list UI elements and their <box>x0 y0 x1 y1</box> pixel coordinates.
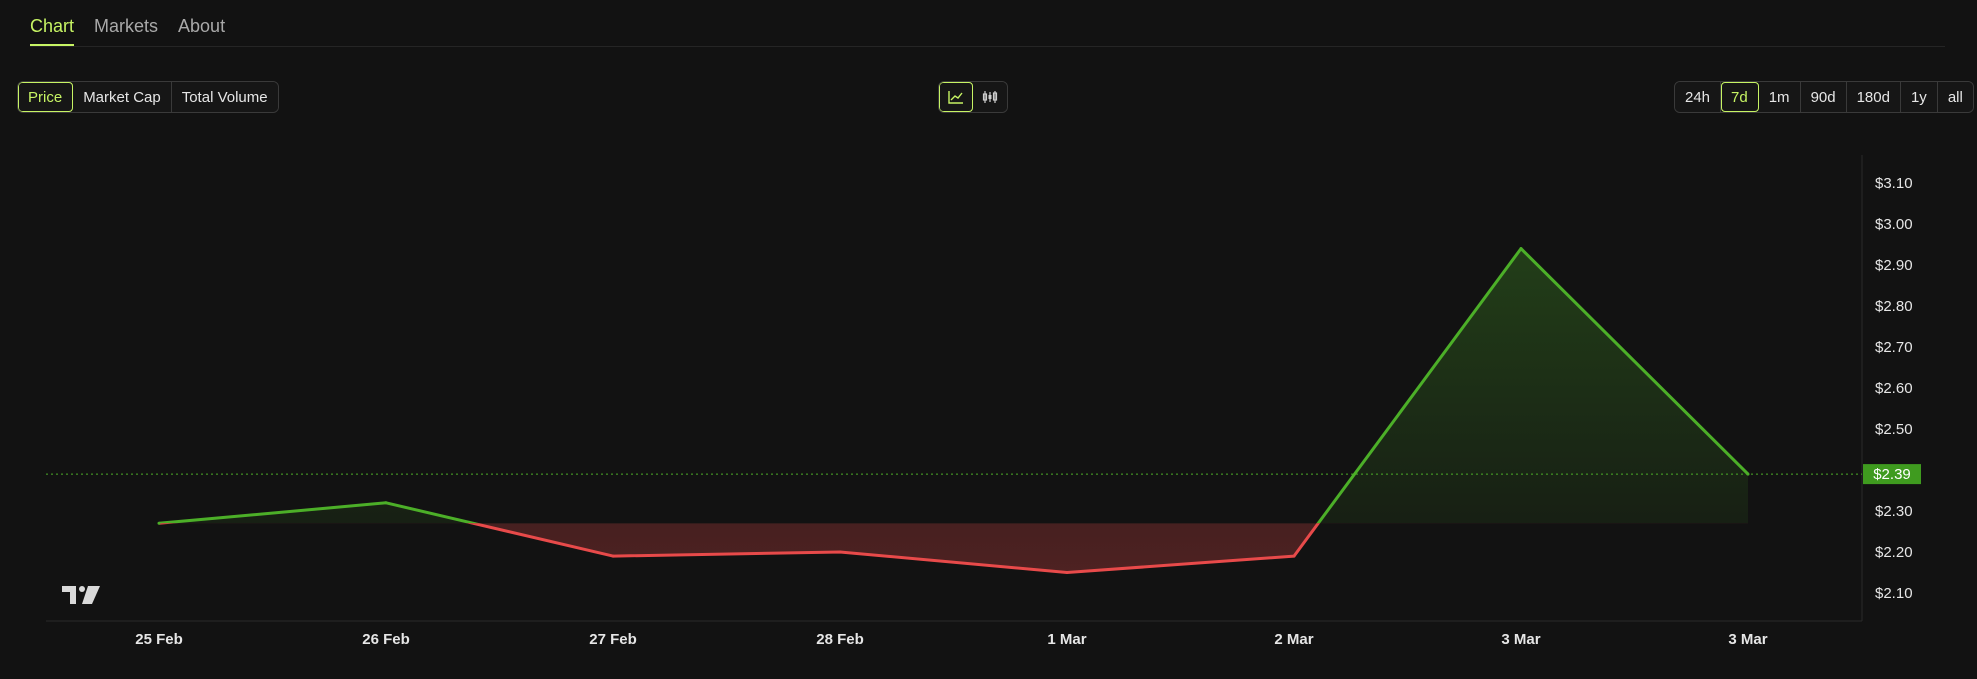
y-tick-label: $2.30 <box>1875 503 1913 520</box>
price-point <box>1519 247 1523 251</box>
x-tick-label: 28 Feb <box>816 631 864 648</box>
x-tick-label: 3 Mar <box>1501 631 1540 648</box>
price-point <box>838 550 842 554</box>
price-point <box>1065 571 1069 574</box>
y-tick-label: $2.50 <box>1875 421 1913 438</box>
price-point <box>384 501 388 505</box>
price-point <box>1292 554 1296 558</box>
x-tick-label: 3 Mar <box>1728 631 1767 648</box>
x-tick-label: 1 Mar <box>1047 631 1086 648</box>
x-tick-label: 25 Feb <box>135 631 183 648</box>
y-tick-label: $2.60 <box>1875 380 1913 397</box>
current-price-label: $2.39 <box>1873 466 1911 483</box>
y-tick-label: $2.10 <box>1875 585 1913 602</box>
price-chart[interactable]: $2.39 $2.10 $2.20 $2.30 $2.50 $2.60 $2.70 $2.8… <box>0 0 1977 679</box>
y-tick-label: $2.80 <box>1875 298 1913 315</box>
x-tick-label: 26 Feb <box>362 631 410 648</box>
tradingview-logo-icon <box>62 586 100 604</box>
price-point <box>157 521 161 525</box>
x-tick-label: 27 Feb <box>589 631 637 648</box>
price-point <box>611 554 615 558</box>
y-tick-label: $3.00 <box>1875 216 1913 233</box>
y-tick-label: $2.70 <box>1875 339 1913 356</box>
y-tick-label: $2.20 <box>1875 544 1913 561</box>
x-tick-label: 2 Mar <box>1274 631 1313 648</box>
y-tick-label: $3.10 <box>1875 175 1913 192</box>
y-tick-label: $2.90 <box>1875 257 1913 274</box>
